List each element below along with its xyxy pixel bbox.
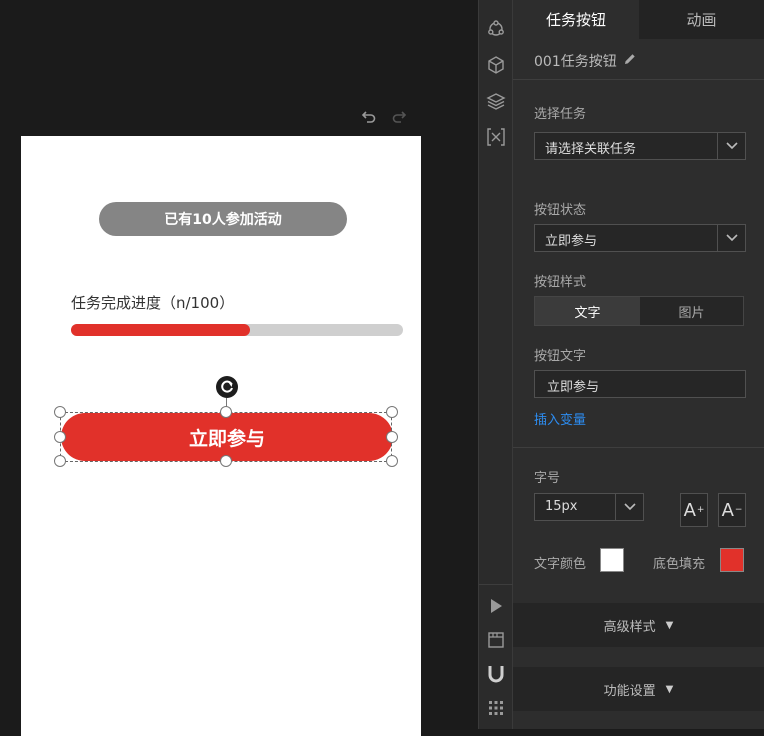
fill-color-swatch[interactable] (720, 548, 744, 572)
font-decrease-button[interactable]: A − (718, 493, 746, 527)
font-size-value: 15px (545, 499, 578, 514)
join-now-label: 立即参与 (188, 427, 265, 450)
advanced-style-section[interactable]: 高级样式 ▼ (513, 603, 764, 647)
chevron-down-icon[interactable] (717, 133, 745, 159)
plus-icon: + (696, 505, 705, 515)
participant-count-pill[interactable]: 已有10人参加活动 (99, 202, 347, 236)
button-text-label: 按钮文字 (534, 349, 587, 364)
button-text-input[interactable]: 立即参与 (534, 370, 746, 398)
function-settings-label: 功能设置 (603, 683, 656, 699)
button-state-value: 立即参与 (545, 234, 598, 249)
grid-icon[interactable] (486, 698, 506, 718)
section-divider (513, 447, 764, 448)
minus-icon: − (734, 505, 743, 515)
select-task-label: 选择任务 (534, 107, 587, 122)
phone-canvas: 已有10人参加活动 任务完成进度（n/100） 立即参与 (21, 136, 421, 736)
film-icon[interactable] (486, 630, 506, 650)
function-settings-section[interactable]: 功能设置 ▼ (513, 667, 764, 711)
progress-fill (71, 324, 251, 336)
component-network-icon[interactable] (486, 19, 506, 39)
resize-handle-bottom-right[interactable] (386, 455, 398, 467)
tool-divider (479, 584, 514, 585)
resize-handle-right[interactable] (386, 431, 398, 443)
button-state-dropdown[interactable]: 立即参与 (534, 224, 746, 252)
canvas-area: 已有10人参加活动 任务完成进度（n/100） 立即参与 (0, 0, 478, 736)
font-increase-button[interactable]: A + (680, 493, 708, 527)
button-style-label: 按钮样式 (534, 275, 587, 290)
component-name: 001任务按钮 (534, 54, 617, 70)
button-state-label: 按钮状态 (534, 203, 587, 218)
resize-handle-bottom[interactable] (220, 455, 232, 467)
text-color-label: 文字颜色 (534, 557, 587, 572)
style-option-image-label: 图片 (678, 305, 705, 321)
triangle-down-icon: ▼ (665, 619, 674, 631)
undo-icon[interactable] (361, 108, 377, 124)
join-now-button[interactable]: 立即参与 (61, 413, 393, 461)
resize-handle-top-left[interactable] (54, 406, 66, 418)
resize-handle-top[interactable] (220, 406, 232, 418)
rotate-icon (221, 380, 233, 393)
chevron-down-icon[interactable] (717, 225, 745, 251)
chevron-down-icon[interactable] (615, 494, 643, 520)
progress-track[interactable] (71, 324, 403, 336)
button-style-toggle: 文字 图片 (534, 296, 744, 326)
font-decrease-letter: A (721, 499, 734, 521)
tool-strip (478, 0, 514, 729)
select-task-dropdown[interactable]: 请选择关联任务 (534, 132, 746, 160)
property-panel: 任务按钮 动画 001任务按钮 选择任务 请选择关联任务 按钮状态 立即参与 按… (513, 0, 764, 729)
triangle-down-icon: ▼ (665, 683, 674, 695)
variable-x-icon[interactable] (486, 127, 506, 147)
component-name-row: 001任务按钮 (513, 39, 764, 80)
pencil-icon[interactable] (623, 52, 637, 66)
resize-handle-top-right[interactable] (386, 406, 398, 418)
font-size-label: 字号 (534, 471, 561, 486)
tab-task-button-label: 任务按钮 (545, 11, 606, 29)
participant-count-text: 已有10人参加活动 (164, 212, 282, 228)
progress-label: 任务完成进度（n/100） (71, 294, 235, 312)
button-text-value: 立即参与 (547, 380, 600, 395)
resize-handle-bottom-left[interactable] (54, 455, 66, 467)
rotate-handle[interactable] (216, 376, 238, 398)
redo-icon[interactable] (391, 108, 407, 124)
resize-handle-left[interactable] (54, 431, 66, 443)
advanced-style-label: 高级样式 (603, 619, 656, 635)
text-color-swatch[interactable] (600, 548, 624, 572)
insert-variable-link[interactable]: 插入变量 (534, 409, 586, 428)
tab-animation-label: 动画 (686, 11, 717, 29)
tab-task-button[interactable]: 任务按钮 (513, 0, 639, 39)
cube-icon[interactable] (486, 55, 506, 75)
select-task-value: 请选择关联任务 (545, 142, 637, 157)
tab-animation[interactable]: 动画 (639, 0, 764, 39)
magnet-icon[interactable] (486, 664, 506, 684)
style-option-text[interactable]: 文字 (535, 297, 640, 325)
play-icon[interactable] (486, 596, 506, 616)
font-increase-letter: A (683, 499, 696, 521)
font-size-dropdown[interactable]: 15px (534, 493, 644, 521)
style-option-image[interactable]: 图片 (640, 297, 743, 325)
style-option-text-label: 文字 (574, 305, 601, 321)
fill-color-label: 底色填充 (653, 557, 706, 572)
layers-icon[interactable] (486, 91, 506, 111)
